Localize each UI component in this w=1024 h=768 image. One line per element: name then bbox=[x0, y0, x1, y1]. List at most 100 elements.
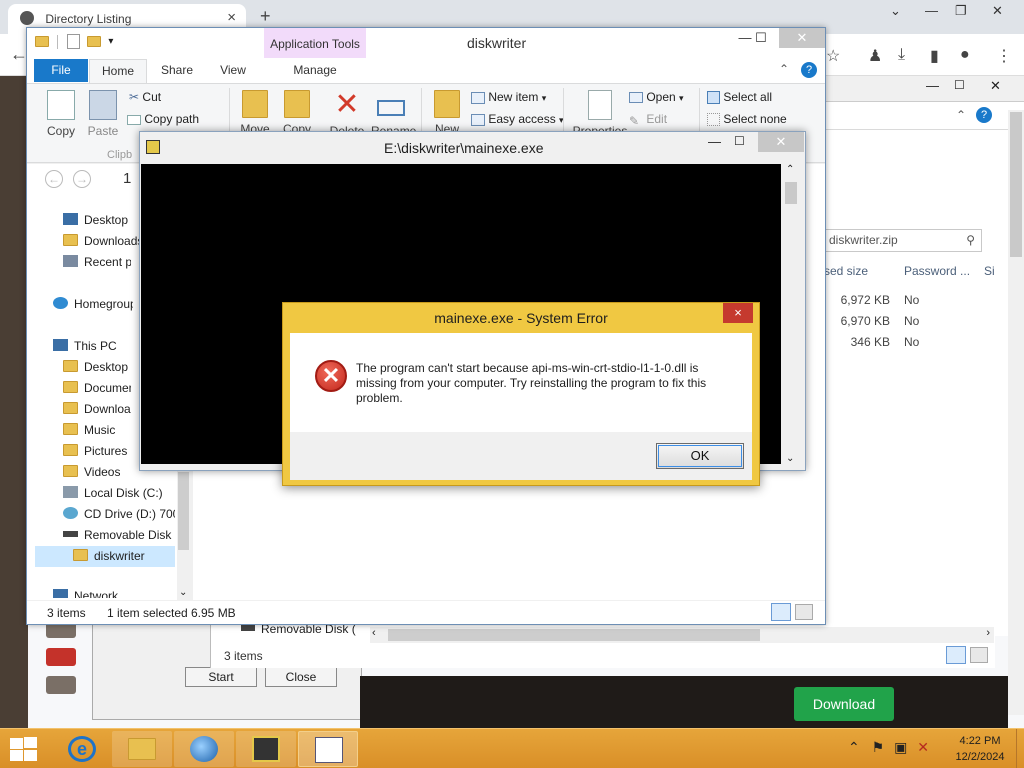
nav-cd-drive[interactable]: CD Drive (D:) 700 bbox=[63, 504, 175, 525]
table-row[interactable]: 6,972 KB No bbox=[824, 293, 1024, 313]
profile-avatar-icon[interactable]: ● bbox=[960, 46, 970, 64]
bg-help-icon[interactable]: ? bbox=[976, 107, 992, 123]
nav-scrollbar-thumb[interactable] bbox=[178, 472, 189, 550]
console-maximize-icon[interactable]: ☐ bbox=[734, 134, 745, 148]
open-button[interactable]: Open ▾ bbox=[629, 90, 684, 104]
select-none-button[interactable]: Select none bbox=[707, 112, 787, 127]
nav-diskwriter[interactable]: diskwriter bbox=[73, 546, 145, 567]
window-app-icon[interactable] bbox=[298, 731, 358, 767]
show-hidden-icons-icon[interactable]: ⌃ bbox=[848, 739, 860, 755]
background-search-box[interactable]: diskwriter.zip ⚲ bbox=[824, 229, 982, 252]
nav-desktop[interactable]: Desktop bbox=[63, 210, 128, 231]
nav-network[interactable]: Network bbox=[53, 586, 153, 598]
scroll-right-icon[interactable]: › bbox=[986, 627, 990, 639]
ok-button[interactable]: OK bbox=[656, 443, 744, 469]
bg-maximize-icon[interactable]: ☐ bbox=[954, 78, 965, 92]
nav-music[interactable]: Music bbox=[63, 420, 115, 441]
address-path[interactable]: 1 bbox=[123, 170, 131, 187]
nav-recent-places[interactable]: Recent places bbox=[63, 252, 131, 273]
internet-explorer-icon[interactable]: e bbox=[52, 731, 112, 767]
extension-icon[interactable]: ♟ bbox=[868, 46, 882, 66]
windows-start-icon[interactable] bbox=[8, 736, 38, 762]
easy-access-button[interactable]: Easy access ▾ bbox=[471, 112, 564, 126]
scroll-down-icon[interactable]: ⌄ bbox=[179, 587, 187, 598]
new-folder-button[interactable]: New bbox=[427, 90, 467, 136]
network-tray-icon[interactable]: ▣ bbox=[894, 739, 907, 755]
scroll-down-icon[interactable]: ⌄ bbox=[786, 453, 794, 464]
browser-minimize-icon[interactable]: — bbox=[925, 3, 938, 18]
nav-downloads[interactable]: Downloads bbox=[63, 231, 143, 252]
tab-file[interactable]: File bbox=[34, 59, 88, 82]
browser-tab-search-icon[interactable]: ⌄ bbox=[890, 3, 901, 19]
console-scrollbar[interactable]: ⌃ ⌄ bbox=[782, 164, 800, 466]
new-tab-button[interactable]: + bbox=[260, 6, 271, 27]
nav-local-disk[interactable]: Local Disk (C:) bbox=[63, 483, 175, 504]
bg-close-icon[interactable]: ✕ bbox=[990, 78, 1001, 94]
start-button[interactable]: Start bbox=[185, 667, 257, 687]
column-size-header[interactable]: sed size bbox=[824, 264, 868, 278]
large-icons-view-icon[interactable] bbox=[795, 604, 813, 620]
tab-home[interactable]: Home bbox=[89, 59, 147, 83]
nav-back-icon[interactable]: ← bbox=[45, 170, 63, 188]
tab-manage[interactable]: Manage bbox=[279, 59, 351, 83]
globe-app-icon[interactable] bbox=[174, 731, 234, 767]
file-explorer-icon[interactable] bbox=[112, 731, 172, 767]
copy-path-button[interactable]: Copy path bbox=[127, 112, 199, 126]
console-minimize-icon[interactable]: — bbox=[708, 134, 721, 149]
copy-button[interactable]: Copy bbox=[41, 90, 81, 138]
nav-this-pc[interactable]: This PC bbox=[53, 336, 117, 357]
panel-icon-b[interactable] bbox=[46, 648, 76, 666]
nav-removable-disk[interactable]: Removable Disk ( bbox=[63, 525, 175, 546]
close-button[interactable]: Close bbox=[265, 667, 337, 687]
details-view-icon[interactable] bbox=[771, 603, 791, 621]
paste-button[interactable]: Paste bbox=[83, 90, 123, 138]
table-row[interactable]: 346 KB No bbox=[824, 335, 1024, 355]
bg-large-icons-view-icon[interactable] bbox=[970, 647, 988, 663]
new-item-button[interactable]: New item ▾ bbox=[471, 90, 546, 104]
select-all-button[interactable]: Select all bbox=[707, 90, 772, 105]
column-size-ratio-header[interactable]: Si bbox=[984, 264, 995, 278]
background-horizontal-thumb[interactable] bbox=[388, 629, 760, 641]
console-close-icon[interactable]: ✕ bbox=[758, 132, 804, 152]
bg-minimize-icon[interactable]: — bbox=[926, 78, 939, 93]
nav-pc-downloads[interactable]: Downloads bbox=[63, 399, 131, 420]
ribbon-collapse-icon[interactable]: ⌃ bbox=[779, 62, 789, 76]
side-panel-icon[interactable]: ▮ bbox=[930, 46, 939, 66]
scroll-left-icon[interactable]: ‹ bbox=[372, 627, 376, 639]
download-button[interactable]: Download bbox=[794, 687, 894, 721]
volume-muted-icon[interactable]: ✕ bbox=[917, 739, 929, 755]
column-password-header[interactable]: Password ... bbox=[904, 264, 970, 278]
show-desktop-button[interactable] bbox=[1016, 729, 1024, 768]
edit-button[interactable]: ✎ Edit bbox=[629, 112, 667, 128]
bookmark-star-icon[interactable]: ☆ bbox=[826, 46, 840, 66]
properties-qat-icon[interactable] bbox=[66, 34, 80, 50]
browser-menu-icon[interactable]: ⋮ bbox=[996, 46, 1012, 66]
dialog-close-icon[interactable]: × bbox=[723, 303, 753, 323]
scroll-up-icon[interactable]: ⌃ bbox=[786, 164, 794, 175]
action-center-flag-icon[interactable]: ⚑ bbox=[872, 739, 885, 755]
console-scrollbar-thumb[interactable] bbox=[785, 182, 797, 204]
clock[interactable]: 4:22 PM 12/2/2024 bbox=[948, 733, 1012, 765]
tab-close-icon[interactable]: × bbox=[227, 9, 236, 26]
nav-homegroup[interactable]: Homegroup bbox=[53, 294, 133, 315]
explorer-close-icon[interactable]: ✕ bbox=[779, 28, 825, 48]
nav-videos[interactable]: Videos bbox=[63, 462, 120, 483]
browser-scrollbar-thumb[interactable] bbox=[1010, 112, 1022, 257]
tab-view[interactable]: View bbox=[207, 59, 259, 83]
panel-icon-c[interactable] bbox=[46, 676, 76, 694]
bg-ribbon-collapse-icon[interactable]: ⌃ bbox=[956, 108, 966, 122]
copy-to-button[interactable]: Copy bbox=[277, 90, 317, 136]
move-to-button[interactable]: Move bbox=[235, 90, 275, 136]
nav-pictures[interactable]: Pictures bbox=[63, 441, 127, 462]
bg-details-view-icon[interactable] bbox=[946, 646, 966, 664]
nav-documents[interactable]: Documents bbox=[63, 378, 131, 399]
download-icon[interactable]: ⤓ bbox=[898, 46, 905, 64]
qat-dropdown-icon[interactable]: ▾ bbox=[108, 36, 113, 47]
new-folder-qat-icon[interactable] bbox=[87, 36, 102, 48]
browser-restore-icon[interactable]: ❐ bbox=[955, 3, 967, 19]
nav-forward-icon[interactable]: → bbox=[73, 170, 91, 188]
help-icon[interactable]: ? bbox=[801, 62, 817, 78]
folder-icon[interactable] bbox=[35, 36, 49, 48]
cut-button[interactable]: ✂ Cut bbox=[129, 90, 161, 104]
nav-pc-desktop[interactable]: Desktop bbox=[63, 357, 128, 378]
